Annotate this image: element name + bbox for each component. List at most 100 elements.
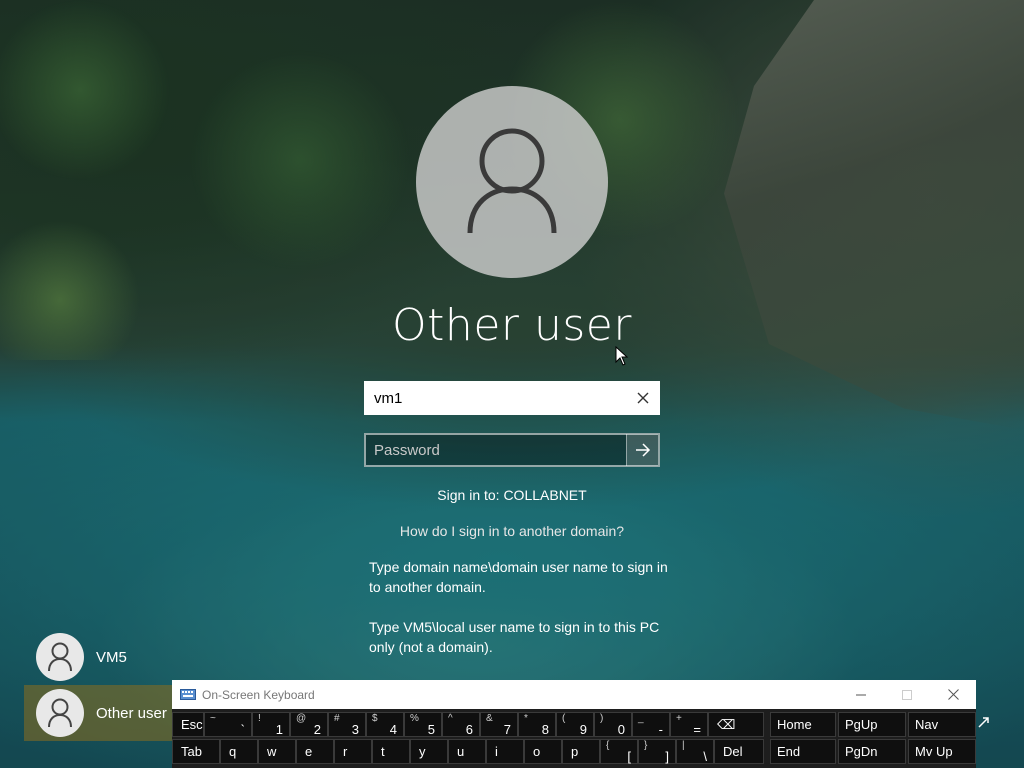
key-label: - [658, 722, 663, 737]
key-row1-0[interactable]: Esc [172, 712, 204, 737]
key-shift-label: % [410, 713, 419, 724]
key-label: 7 [503, 722, 511, 737]
key-shift-label: | [682, 740, 685, 751]
key-row1-2[interactable]: ! 1 [252, 712, 290, 737]
close-button[interactable] [930, 680, 976, 709]
key-row2-12[interactable]: }] [638, 739, 676, 764]
username-input[interactable] [366, 383, 628, 413]
key-label: u [457, 744, 465, 759]
key-label: y [419, 744, 426, 759]
key-row1-6[interactable]: % 5 [404, 712, 442, 737]
fade-icon[interactable] [976, 714, 992, 730]
key-row1-9[interactable]: * 8 [518, 712, 556, 737]
key-label: 1 [275, 722, 283, 737]
person-icon [48, 698, 72, 728]
key-label: ` [240, 722, 245, 737]
key-row1-12[interactable]: _ - [632, 712, 670, 737]
key-label: = [693, 722, 701, 737]
key-row2-13[interactable]: | \ [676, 739, 714, 764]
minimize-icon [856, 694, 866, 695]
key-label: 9 [579, 722, 587, 737]
key-shift-label: + [676, 713, 682, 724]
clear-button[interactable] [628, 383, 658, 413]
key-row1-11[interactable]: ) 0 [594, 712, 632, 737]
key-row2-10[interactable]: p [562, 739, 600, 764]
nav-key-pgup[interactable]: PgUp [838, 712, 906, 737]
key-label: e [305, 744, 313, 759]
on-screen-keyboard[interactable]: On-Screen Keyboard Esc ~ `! 1 @2 #3 $4% 5 ^ 6 & 7 * 8… [172, 680, 976, 768]
key-label: 6 [465, 722, 473, 737]
key-row2-7[interactable]: u [448, 739, 486, 764]
nav-key-home[interactable]: Home [770, 712, 836, 737]
key-row2-4[interactable]: r [334, 739, 372, 764]
key-shift-label: ( [562, 713, 566, 724]
user-tile-vm5[interactable]: VM5 [24, 629, 174, 685]
key-shift-label: ^ [448, 713, 453, 724]
key-row2-2[interactable]: w [258, 739, 296, 764]
key-row2-8[interactable]: i [486, 739, 524, 764]
key-row2-9[interactable]: o [524, 739, 562, 764]
osk-keys: Esc ~ `! 1 @2 #3 $4% 5 ^ 6 & 7 * 8(9) 0 _ - + = ⌫ Tab q w e r t y u… [172, 709, 976, 768]
key-label: [ [627, 749, 631, 764]
key-label: 5 [427, 722, 435, 737]
key-row1-8[interactable]: & 7 [480, 712, 518, 737]
person-icon [467, 128, 557, 234]
key-shift-label: _ [638, 713, 644, 724]
key-shift-label: } [644, 740, 648, 751]
nav-key-mv-up[interactable]: Mv Up [908, 739, 976, 764]
key-label: q [229, 744, 237, 759]
key-label: \ [703, 749, 707, 764]
key-row1-13[interactable]: + = [670, 712, 708, 737]
key-row2-6[interactable]: y [410, 739, 448, 764]
minimize-button[interactable] [838, 680, 884, 709]
key-label: Nav [915, 717, 939, 732]
key-row1-3[interactable]: @2 [290, 712, 328, 737]
key-row2-0[interactable]: Tab [172, 739, 220, 764]
key-shift-label: { [606, 740, 610, 751]
key-row2-14[interactable]: Del [714, 739, 764, 764]
key-shift-label: @ [296, 713, 307, 724]
key-shift-label: # [334, 713, 340, 724]
user-tile-other-user[interactable]: Other user [24, 685, 174, 741]
key-row1-10[interactable]: (9 [556, 712, 594, 737]
key-row1-7[interactable]: ^ 6 [442, 712, 480, 737]
key-label: Home [777, 717, 812, 732]
key-label: Del [723, 744, 743, 759]
avatar [36, 689, 84, 737]
key-shift-label: $ [372, 713, 378, 724]
username-field[interactable] [364, 381, 660, 415]
key-label: 0 [617, 722, 625, 737]
close-icon [947, 689, 959, 700]
person-icon [48, 642, 72, 672]
key-label: Mv Up [915, 744, 953, 759]
key-label: t [381, 744, 385, 759]
nav-key-nav[interactable]: Nav [908, 712, 976, 737]
key-row2-11[interactable]: {[ [600, 739, 638, 764]
key-row2-5[interactable]: t [372, 739, 410, 764]
key-label: 2 [313, 722, 321, 737]
key-row2-1[interactable]: q [220, 739, 258, 764]
osk-title: On-Screen Keyboard [202, 687, 315, 702]
key-row1-1[interactable]: ~ ` [204, 712, 252, 737]
domain-help-link[interactable]: How do I sign in to another domain? [0, 523, 1024, 539]
key-row1-5[interactable]: $4 [366, 712, 404, 737]
user-tile-label: VM5 [96, 648, 127, 666]
nav-key-pgdn[interactable]: PgDn [838, 739, 906, 764]
mouse-cursor-icon [615, 346, 629, 366]
maximize-button[interactable] [884, 680, 930, 709]
password-input[interactable] [366, 435, 626, 465]
key-label: PgUp [845, 717, 878, 732]
nav-key-end[interactable]: End [770, 739, 836, 764]
password-field[interactable] [364, 433, 660, 467]
key-label: w [267, 744, 277, 759]
key-shift-label: & [486, 713, 493, 724]
key-shift-label: ~ [210, 713, 216, 724]
key-row1-14[interactable]: ⌫ [708, 712, 764, 737]
key-label: Tab [181, 744, 202, 759]
key-row1-4[interactable]: #3 [328, 712, 366, 737]
submit-button[interactable] [626, 434, 658, 466]
close-icon [637, 392, 649, 404]
keyboard-icon [180, 689, 196, 700]
key-row2-3[interactable]: e [296, 739, 334, 764]
osk-titlebar[interactable]: On-Screen Keyboard [172, 680, 976, 709]
